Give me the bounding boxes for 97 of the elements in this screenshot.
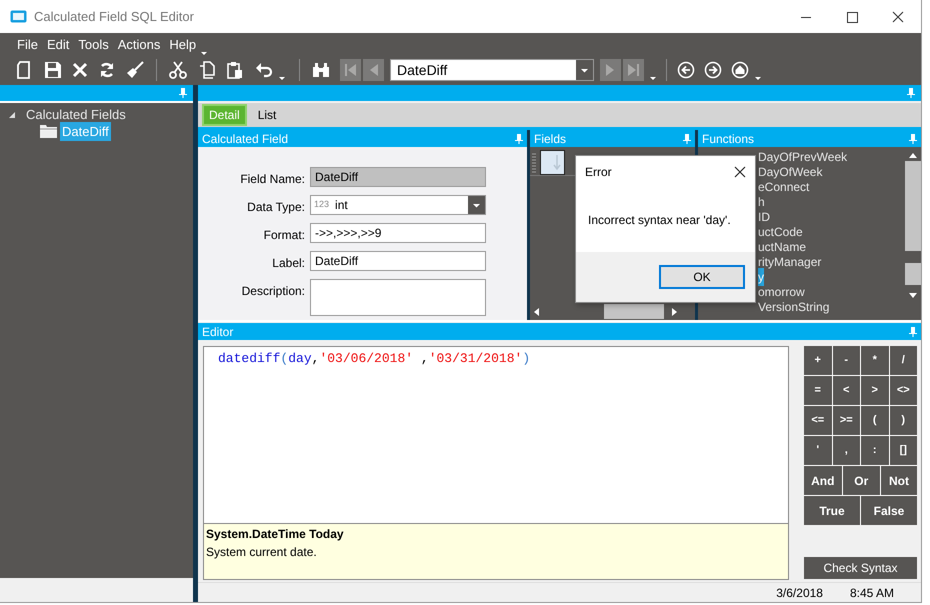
text-field[interactable]: DateDiff bbox=[310, 167, 486, 187]
scroll-down-icon[interactable] bbox=[908, 293, 918, 299]
operator-button[interactable]: And bbox=[804, 466, 842, 495]
pin-icon[interactable] bbox=[683, 134, 691, 144]
operator-button[interactable]: [] bbox=[890, 436, 917, 465]
type-number-label: 123 bbox=[313, 198, 330, 212]
expanded-icon[interactable] bbox=[8, 110, 16, 118]
operator-button[interactable]: < bbox=[832, 376, 860, 405]
scroll-up-icon[interactable] bbox=[908, 152, 918, 158]
function-item[interactable]: DayOfPrevWeek bbox=[758, 148, 848, 166]
menu-item[interactable]: Tools bbox=[78, 35, 109, 55]
error-message: Incorrect syntax near 'day'. bbox=[588, 212, 731, 229]
pin-icon[interactable] bbox=[909, 134, 917, 144]
app-icon bbox=[10, 10, 27, 23]
back-icon[interactable] bbox=[677, 61, 695, 79]
function-item[interactable]: VersionString bbox=[758, 298, 830, 316]
operator-button[interactable]: False bbox=[861, 496, 917, 525]
status-date: 3/6/2018 bbox=[776, 584, 823, 602]
function-item[interactable]: rityManager bbox=[758, 252, 822, 270]
panel-title: Calculated Field bbox=[202, 130, 288, 148]
operator-button[interactable]: True bbox=[804, 496, 860, 525]
panel-title: Functions bbox=[702, 130, 754, 148]
check-syntax-button[interactable]: Check Syntax bbox=[804, 557, 917, 579]
menu-item[interactable]: File bbox=[17, 35, 38, 55]
dropdown-field[interactable]: 123 int bbox=[310, 195, 486, 215]
operator-button[interactable]: * bbox=[861, 346, 888, 375]
operator-button[interactable]: + bbox=[804, 346, 832, 375]
operator-button[interactable]: Not bbox=[881, 466, 917, 495]
operator-button[interactable]: <= bbox=[804, 406, 832, 435]
field-label: Format: bbox=[262, 227, 306, 244]
function-signature: System.DateTime Today bbox=[206, 526, 345, 543]
grip-icon[interactable] bbox=[532, 152, 536, 172]
function-item[interactable]: ID bbox=[758, 208, 770, 226]
operator-button[interactable]: ' bbox=[804, 436, 832, 465]
cut-icon[interactable] bbox=[169, 61, 187, 79]
pin-icon[interactable] bbox=[179, 88, 187, 98]
function-item[interactable]: uctCode bbox=[758, 222, 803, 240]
refresh-icon[interactable] bbox=[98, 61, 116, 79]
field-label: Data Type: bbox=[246, 199, 306, 216]
operator-button[interactable]: = bbox=[804, 376, 832, 405]
function-description: System current date. bbox=[206, 544, 318, 561]
menu-item[interactable]: Actions bbox=[118, 35, 160, 55]
ok-button[interactable]: OK bbox=[659, 265, 745, 289]
panel-title: Editor bbox=[202, 324, 234, 340]
operator-button[interactable]: ( bbox=[861, 406, 888, 435]
function-item[interactable]: eConnect bbox=[758, 178, 810, 196]
operator-button[interactable]: ) bbox=[890, 406, 917, 435]
paste-icon[interactable] bbox=[227, 61, 243, 79]
broom-icon[interactable] bbox=[126, 61, 144, 79]
operator-button[interactable]: : bbox=[861, 436, 888, 465]
binoculars-icon[interactable] bbox=[312, 62, 330, 78]
scroll-left-icon[interactable] bbox=[532, 306, 542, 316]
field-label: Label: bbox=[271, 255, 306, 272]
tab[interactable]: List bbox=[254, 104, 280, 126]
pin-icon[interactable] bbox=[515, 134, 523, 144]
dropdown-value: int bbox=[334, 197, 349, 214]
close-icon[interactable] bbox=[734, 166, 746, 178]
home-icon[interactable] bbox=[731, 61, 749, 79]
function-item[interactable]: uctName bbox=[758, 238, 806, 256]
copy-icon[interactable] bbox=[199, 61, 215, 79]
folder-icon bbox=[40, 125, 57, 138]
pin-icon[interactable] bbox=[909, 326, 917, 336]
text-field[interactable]: ->>,>>>,>>9 bbox=[310, 223, 486, 243]
forward-icon[interactable] bbox=[704, 61, 722, 79]
operator-button[interactable]: - bbox=[832, 346, 860, 375]
text-area[interactable] bbox=[310, 279, 486, 316]
tree-item[interactable]: Calculated Fields bbox=[24, 104, 128, 124]
text-field[interactable]: DateDiff bbox=[310, 251, 486, 271]
operator-button[interactable]: > bbox=[861, 376, 888, 405]
function-item[interactable]: DayOfWeek bbox=[758, 162, 822, 180]
panel-title: Fields bbox=[534, 130, 566, 148]
status-time: 8:45 AM bbox=[850, 584, 894, 602]
function-item[interactable]: omorrow bbox=[758, 282, 805, 300]
scroll-right-icon[interactable] bbox=[669, 306, 679, 316]
operator-button[interactable]: Or bbox=[842, 466, 880, 495]
operator-button[interactable]: <> bbox=[890, 376, 917, 405]
scroll-track[interactable] bbox=[905, 161, 921, 251]
delete-icon[interactable] bbox=[72, 62, 88, 78]
menu-item[interactable]: Help bbox=[169, 35, 196, 55]
pin-icon[interactable] bbox=[907, 88, 915, 98]
operator-button[interactable]: >= bbox=[832, 406, 860, 435]
new-document-icon[interactable] bbox=[16, 61, 32, 79]
scroll-thumb[interactable] bbox=[905, 263, 921, 285]
function-item[interactable]: h bbox=[758, 192, 765, 210]
field-label: Field Name: bbox=[239, 171, 306, 188]
scroll-thumb[interactable] bbox=[604, 304, 664, 319]
record-combo[interactable]: DateDiff bbox=[390, 59, 594, 81]
operator-button[interactable]: , bbox=[832, 436, 860, 465]
undo-icon[interactable] bbox=[255, 62, 273, 78]
operator-button[interactable]: / bbox=[890, 346, 917, 375]
dialog-title: Error bbox=[585, 164, 612, 181]
code-editor[interactable]: datediff(day,'03/06/2018' ,'03/31/2018') bbox=[203, 346, 789, 524]
sort-icon[interactable] bbox=[540, 150, 565, 175]
menu-item[interactable]: Edit bbox=[46, 35, 70, 55]
save-icon[interactable] bbox=[44, 61, 62, 79]
field-label: Description: bbox=[240, 283, 306, 300]
window-title: Calculated Field SQL Editor bbox=[34, 8, 194, 26]
